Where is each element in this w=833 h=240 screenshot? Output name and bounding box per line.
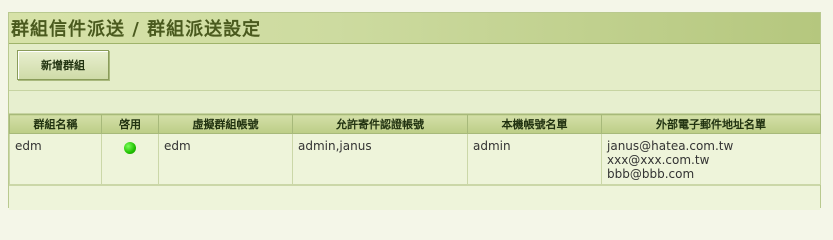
header-local-accounts[interactable]: 本機帳號名單 [467,114,602,134]
group-table: 群組名稱 啓用 虛擬群組帳號 允許寄件認證帳號 本機帳號名單 外部電子郵件地址名… [9,114,821,185]
table-footer [9,185,820,210]
external-email: xxx@xxx.com.tw [607,153,710,167]
cell-allowed-senders: admin,janus [292,133,468,185]
header-enabled[interactable]: 啓用 [101,114,159,134]
cell-enabled [101,133,159,185]
table-row[interactable]: edm edm admin,janus admin janus@hatea.co… [9,133,821,185]
page-title: 群組信件派送 / 群組派送設定 [11,19,262,40]
cell-local-accounts: admin [467,133,602,185]
enabled-status-icon [124,142,136,154]
cell-external-emails: janus@hatea.com.tw xxx@xxx.com.tw bbb@bb… [601,133,821,185]
title-bar: 群組信件派送 / 群組派送設定 [9,13,820,44]
external-email: janus@hatea.com.tw [607,139,734,153]
header-virtual-account[interactable]: 虛擬群組帳號 [158,114,293,134]
header-external-emails[interactable]: 外部電子郵件地址名單 [601,114,821,134]
cell-group-name[interactable]: edm [9,133,102,185]
header-group-name[interactable]: 群組名稱 [9,114,102,134]
external-email: bbb@bbb.com [607,167,695,181]
spacer-row [9,91,820,114]
toolbar: 新增群組 [9,44,820,91]
main-panel: 群組信件派送 / 群組派送設定 新增群組 群組名稱 啓用 虛擬群組帳號 允許寄件… [8,12,821,210]
table-header-row: 群組名稱 啓用 虛擬群組帳號 允許寄件認證帳號 本機帳號名單 外部電子郵件地址名… [9,114,821,134]
header-allowed-senders[interactable]: 允許寄件認證帳號 [292,114,468,134]
add-group-button[interactable]: 新增群組 [17,50,109,80]
cell-virtual-account: edm [158,133,293,185]
